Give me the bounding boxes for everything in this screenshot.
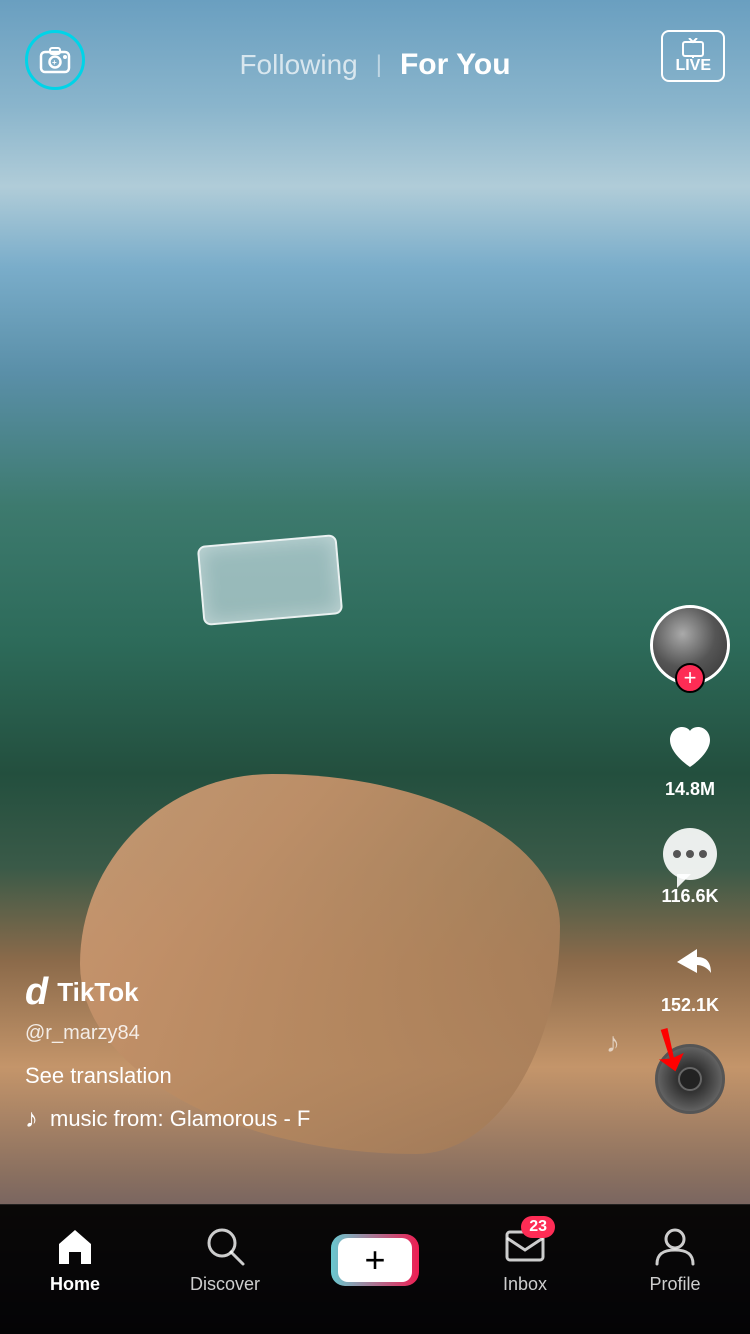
discover-icon-container bbox=[203, 1224, 247, 1268]
live-tv-icon bbox=[681, 38, 705, 58]
nav-item-discover[interactable]: Discover bbox=[150, 1224, 300, 1295]
home-icon bbox=[53, 1224, 97, 1268]
nav-item-create[interactable]: + bbox=[300, 1234, 450, 1286]
like-icon-container bbox=[664, 721, 716, 773]
inbox-icon-container: 23 bbox=[503, 1224, 547, 1268]
profile-icon bbox=[653, 1224, 697, 1268]
profile-icon-container bbox=[653, 1224, 697, 1268]
share-icon-container bbox=[663, 935, 717, 989]
creator-username[interactable]: @r_marzy84 bbox=[25, 1022, 600, 1045]
profile-label: Profile bbox=[649, 1274, 700, 1295]
nav-item-inbox[interactable]: 23 Inbox bbox=[450, 1224, 600, 1295]
live-label: LIVE bbox=[675, 58, 711, 74]
search-icon bbox=[203, 1224, 247, 1268]
bottom-info: d TikTok @r_marzy84 See translation ♪ mu… bbox=[25, 971, 600, 1134]
share-icon bbox=[663, 935, 717, 989]
tab-following[interactable]: Following bbox=[239, 49, 357, 81]
comment-action[interactable]: 116.6K bbox=[661, 828, 718, 907]
nav-divider: | bbox=[376, 51, 382, 79]
svg-text:+: + bbox=[52, 58, 57, 67]
create-icon-container: + bbox=[331, 1234, 419, 1286]
nav-item-home[interactable]: Home bbox=[0, 1224, 150, 1295]
inbox-badge: 23 bbox=[521, 1216, 555, 1238]
comment-bubble bbox=[663, 828, 717, 880]
create-button[interactable]: + bbox=[331, 1234, 419, 1286]
home-label: Home bbox=[50, 1274, 100, 1295]
video-content-ice bbox=[197, 534, 343, 626]
music-info: ♪ music from: Glamorous - F bbox=[25, 1103, 600, 1134]
inbox-label: Inbox bbox=[503, 1274, 547, 1295]
creator-avatar-container[interactable]: + bbox=[650, 605, 730, 685]
discover-label: Discover bbox=[190, 1274, 260, 1295]
dot-2 bbox=[686, 850, 694, 858]
tiktok-watermark: d TikTok bbox=[25, 971, 600, 1014]
follow-button[interactable]: + bbox=[675, 663, 705, 693]
bottom-nav: Home Discover + 23 I bbox=[0, 1204, 750, 1334]
top-header: + Following | For You LIVE bbox=[0, 0, 750, 110]
see-translation[interactable]: See translation bbox=[25, 1063, 600, 1089]
comment-count: 116.6K bbox=[661, 886, 718, 907]
comment-dots bbox=[673, 850, 707, 858]
dot-3 bbox=[699, 850, 707, 858]
tab-foryou[interactable]: For You bbox=[400, 48, 511, 82]
share-action[interactable]: 152.1K bbox=[661, 935, 719, 1016]
like-count: 14.8M bbox=[665, 779, 715, 800]
like-action[interactable]: 14.8M bbox=[664, 721, 716, 800]
tiktok-brand-name: TikTok bbox=[57, 977, 138, 1008]
home-icon-container bbox=[53, 1224, 97, 1268]
camera-icon: + bbox=[39, 46, 71, 74]
tiktok-d-logo: d bbox=[25, 971, 47, 1014]
create-inner: + bbox=[338, 1238, 412, 1282]
heart-icon bbox=[664, 721, 716, 773]
music-note-icon: ♪ bbox=[25, 1103, 38, 1134]
music-text: music from: Glamorous - F bbox=[50, 1106, 310, 1132]
comment-icon-container bbox=[663, 828, 717, 880]
nav-item-profile[interactable]: Profile bbox=[600, 1224, 750, 1295]
camera-button[interactable]: + bbox=[25, 30, 85, 90]
floating-music-note: ♪ bbox=[606, 1027, 620, 1059]
live-button[interactable]: LIVE bbox=[661, 30, 725, 82]
nav-tabs: Following | For You bbox=[239, 48, 510, 82]
create-plus-icon: + bbox=[364, 1242, 385, 1278]
dot-1 bbox=[673, 850, 681, 858]
